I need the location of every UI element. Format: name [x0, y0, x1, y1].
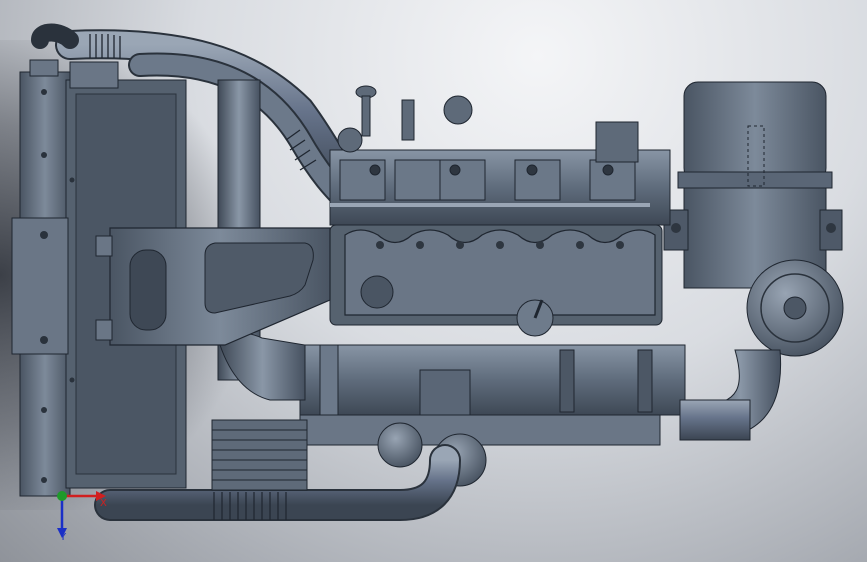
exhaust-elbow-left[interactable]	[219, 332, 306, 401]
belt-pulley-stack[interactable]	[211, 419, 308, 491]
oil-pan[interactable]	[299, 414, 661, 487]
z-axis-origin	[57, 491, 67, 501]
air-filter-housing[interactable]	[663, 81, 843, 289]
coordinate-triad: X Y	[44, 478, 114, 548]
air-filter-end-cap[interactable]	[746, 259, 844, 357]
exhaust-outlet-pipe[interactable]	[679, 399, 751, 441]
x-axis-label: X	[100, 498, 107, 509]
engine-assembly-model[interactable]	[0, 0, 867, 562]
radiator-mounting-bracket[interactable]	[95, 227, 331, 346]
exhaust-manifold[interactable]	[299, 344, 686, 426]
triad-axes	[57, 491, 106, 538]
graphics-viewport[interactable]: X Y	[0, 0, 867, 562]
y-axis-label: Y	[60, 532, 67, 543]
